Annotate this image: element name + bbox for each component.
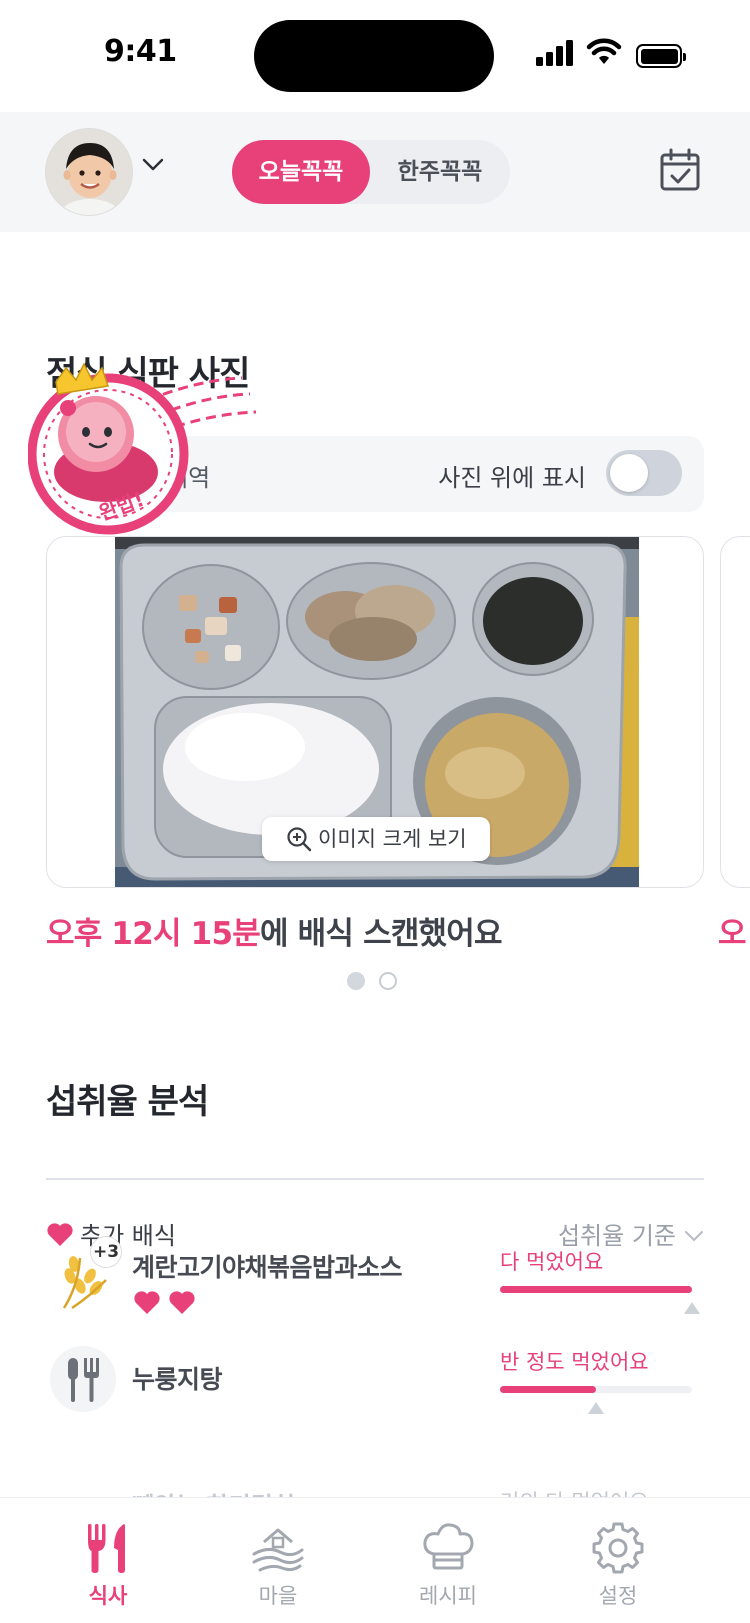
cellular-signal-icon [536, 40, 574, 66]
child-avatar[interactable] [45, 128, 133, 216]
intake-progress-fill [500, 1286, 692, 1293]
tab-meal[interactable]: 식사 [48, 1498, 168, 1623]
scan-time-text: 오후 12시 15분에 배식 스캔했어요 [46, 908, 503, 953]
intake-marker-icon [684, 1302, 700, 1314]
tab-village[interactable]: 마을 [218, 1498, 338, 1623]
segment-week[interactable]: 한주꼭꼭 [370, 140, 510, 204]
intake-section-title: 섭취율 분석 [46, 1082, 209, 1122]
extra-serving-hearts [132, 1290, 197, 1320]
page-dot-1[interactable] [347, 972, 365, 990]
intake-progress-bar [500, 1386, 692, 1393]
segment-today[interactable]: 오늘꼭꼭 [232, 140, 370, 204]
bottom-tab-bar: 식사 마을 레시피 설정 [0, 1497, 750, 1623]
wheat-icon: +3 [50, 1236, 122, 1312]
scan-time-suffix: 에 배식 스캔했어요 [259, 916, 503, 952]
dynamic-island [254, 20, 494, 92]
fork-knife-icon [50, 1346, 116, 1412]
profile-chevron-down-icon[interactable] [142, 158, 164, 172]
finished-meal-stamp: 완밥! [28, 362, 257, 535]
intake-marker-icon [588, 1402, 604, 1414]
gear-icon [592, 1522, 644, 1574]
chef-hat-icon [423, 1523, 474, 1570]
status-time: 9:41 [104, 34, 177, 69]
extra-serving-count-badge: +3 [90, 1236, 122, 1268]
intake-status-label: 다 먹었어요 [500, 1250, 604, 1274]
tab-recipe[interactable]: 레시피 [388, 1498, 508, 1623]
overlay-toggle[interactable] [606, 450, 682, 496]
next-photo-card-peek[interactable] [720, 536, 750, 888]
tab-label: 식사 [88, 1584, 128, 1608]
intake-progress-bar [500, 1286, 692, 1293]
zoom-in-icon [287, 827, 312, 852]
status-bar: 9:41 [0, 0, 750, 110]
intake-status-label: 반 정도 먹었어요 [500, 1350, 649, 1374]
period-segmented-control: 오늘꼭꼭 한주꼭꼭 [232, 140, 510, 204]
top-header: 오늘꼭꼭 한주꼭꼭 [0, 112, 750, 232]
village-icon [252, 1528, 304, 1572]
heart-icon [134, 1291, 160, 1314]
calendar-check-icon[interactable] [660, 148, 700, 192]
tab-label: 마을 [258, 1584, 298, 1608]
zoom-image-label: 이미지 크게 보기 [318, 827, 467, 851]
tab-label: 설정 [598, 1584, 638, 1608]
battery-icon [636, 44, 686, 68]
heart-icon [47, 1223, 73, 1246]
page-dot-2[interactable] [379, 972, 397, 990]
intake-progress-fill [500, 1386, 596, 1393]
wifi-icon [586, 38, 622, 64]
fork-knife-icon [88, 1524, 125, 1573]
chevron-down-icon [685, 1231, 703, 1242]
tray-photo-card[interactable]: 이미지 크게 보기 [46, 536, 704, 888]
food-name: 계란고기야채볶음밥과소스 [132, 1253, 403, 1282]
intake-item[interactable]: 누룽지탕 반 정도 먹었어요 [46, 1346, 704, 1436]
food-name: 누룽지탕 [132, 1365, 223, 1394]
overlay-toggle-label: 사진 위에 표시 [438, 464, 586, 492]
tab-settings[interactable]: 설정 [558, 1498, 678, 1623]
tab-label: 레시피 [419, 1584, 477, 1608]
page-indicator [347, 972, 411, 991]
intake-item[interactable]: +3 계란고기야채볶음밥과소스 다 먹었어요 [46, 1236, 704, 1336]
scan-time-highlight: 오후 12시 15분 [46, 916, 261, 952]
section-divider [46, 1178, 704, 1180]
heart-icon [169, 1291, 195, 1314]
next-card-scan-peek: 오 [718, 916, 747, 952]
zoom-image-button[interactable]: 이미지 크게 보기 [262, 817, 490, 861]
